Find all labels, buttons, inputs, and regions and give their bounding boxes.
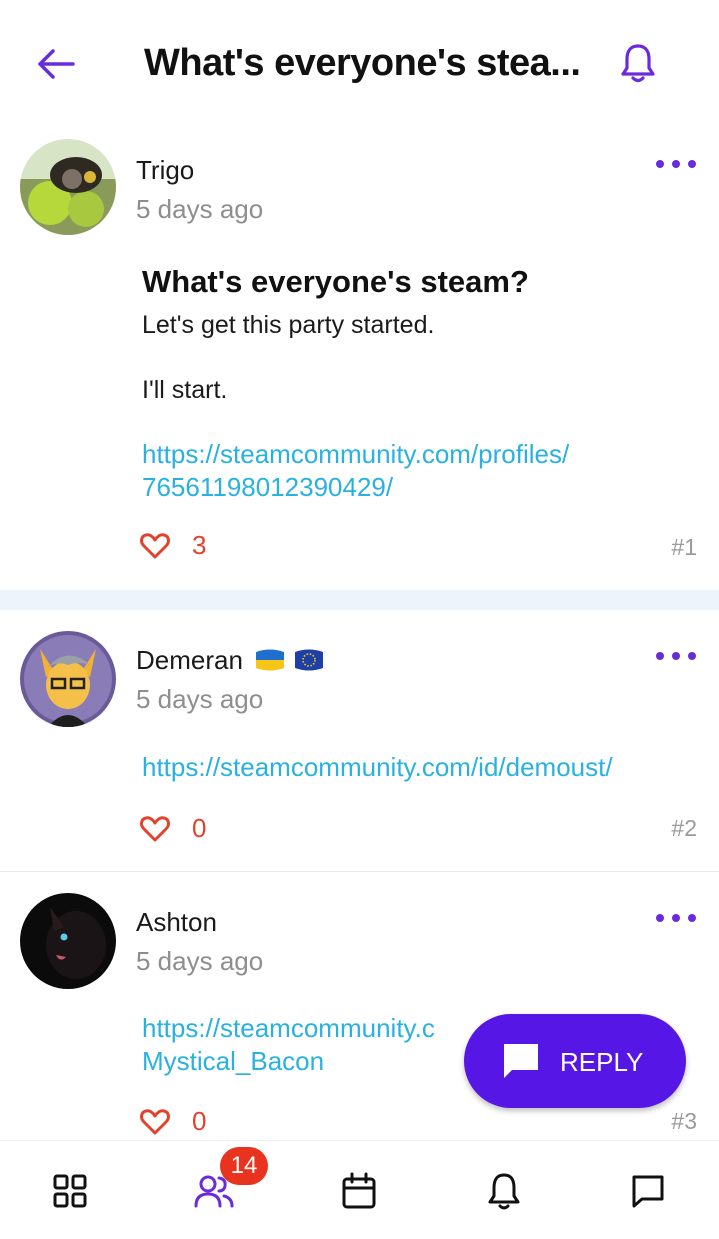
username[interactable]: Trigo — [136, 155, 194, 186]
avatar-image — [20, 139, 116, 235]
link-line: 76561198012390429/ — [142, 472, 394, 502]
nav-grid[interactable] — [48, 1169, 92, 1213]
post-body-line: Let's get this party started. — [142, 311, 435, 339]
avatar[interactable] — [20, 139, 116, 235]
more-options-button[interactable] — [656, 646, 696, 666]
link-line: Mystical_Bacon — [142, 1046, 325, 1076]
username[interactable]: Ashton — [136, 907, 217, 938]
grid-icon — [53, 1174, 87, 1208]
nav-chat[interactable] — [626, 1169, 670, 1213]
avatar-image — [20, 893, 116, 989]
post-link[interactable]: https://steamcommunity.com/profiles/ 765… — [142, 438, 569, 504]
reply-label: REPLY — [560, 1047, 644, 1077]
chat-icon — [632, 1175, 664, 1208]
bell-icon — [488, 1173, 520, 1210]
arrow-left-icon — [38, 49, 75, 79]
more-options-button[interactable] — [656, 908, 696, 928]
like-count: 0 — [192, 1106, 207, 1136]
link-line: https://steamcommunity.com/profiles/ — [142, 439, 570, 469]
like-button[interactable]: 0 — [140, 1106, 206, 1137]
avatar[interactable] — [20, 893, 116, 989]
post-number: #3 — [671, 1108, 697, 1134]
username-text: Demeran — [136, 645, 243, 675]
post-number: #1 — [671, 534, 697, 560]
like-button[interactable]: 0 — [140, 813, 206, 844]
link-line: https://steamcommunity.com/id/demoust/ — [142, 752, 613, 782]
link-line: https://steamcommunity.c — [142, 1013, 435, 1043]
bottom-nav: 14 — [0, 1140, 719, 1239]
timestamp: 5 days ago — [136, 946, 264, 976]
ukraine-flag-icon — [256, 649, 285, 671]
post-title: What's everyone's steam? — [142, 264, 529, 299]
bell-icon — [621, 44, 655, 83]
username[interactable]: Demeran — [136, 645, 325, 676]
section-divider — [0, 590, 719, 610]
avatar-image — [20, 631, 116, 727]
reply-bubble-icon — [504, 1044, 538, 1078]
like-button[interactable]: 3 — [140, 530, 206, 561]
timestamp: 5 days ago — [136, 194, 264, 224]
notification-bell-button[interactable] — [618, 40, 658, 86]
eu-flag-icon — [295, 649, 324, 671]
heart-icon — [140, 815, 170, 841]
avatar[interactable] — [20, 631, 116, 727]
post-number: #2 — [671, 815, 697, 841]
reply-button[interactable]: REPLY — [464, 1014, 686, 1108]
back-button[interactable] — [36, 44, 76, 84]
notification-count-badge: 14 — [220, 1147, 268, 1185]
post-item: Trigo 5 days ago What's everyone's steam… — [0, 130, 719, 590]
nav-calendar[interactable] — [337, 1169, 381, 1213]
more-options-button[interactable] — [656, 154, 696, 174]
post-link[interactable]: https://steamcommunity.c Mystical_Bacon — [142, 1012, 435, 1078]
post-body-line: I'll start. — [142, 376, 228, 404]
top-bar: What's everyone's stea... — [0, 0, 719, 130]
heart-icon — [140, 532, 170, 558]
heart-icon — [140, 1108, 170, 1134]
like-count: 0 — [192, 813, 207, 843]
post-link[interactable]: https://steamcommunity.com/id/demoust/ — [142, 751, 613, 784]
page-title: What's everyone's stea... — [144, 42, 581, 84]
post-item: Demeran 5 days ago https://steamcommunit… — [0, 610, 719, 871]
nav-notifications[interactable] — [482, 1169, 526, 1213]
calendar-icon — [342, 1172, 376, 1209]
like-count: 3 — [192, 530, 207, 560]
timestamp: 5 days ago — [136, 684, 264, 714]
